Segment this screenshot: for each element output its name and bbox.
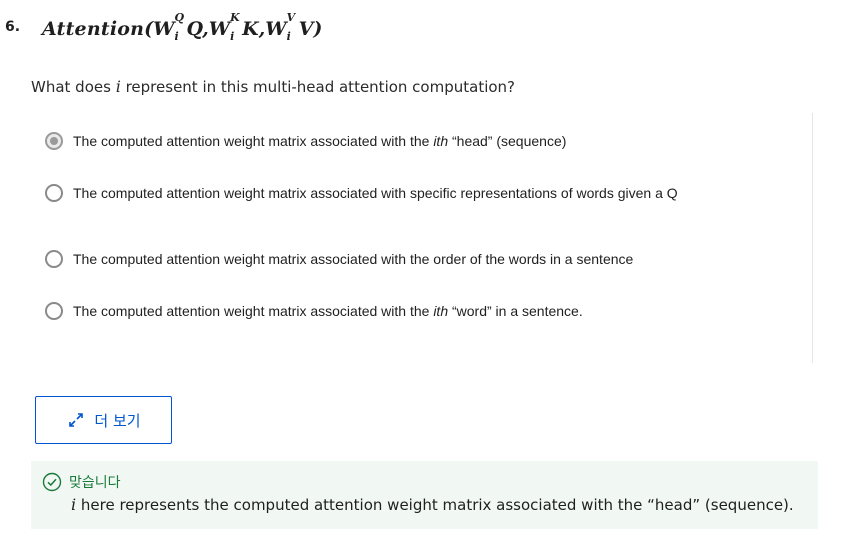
formula-arg-k: K	[242, 18, 259, 40]
feedback-panel: 맞습니다 i here represents the computed atte…	[31, 461, 818, 529]
feedback-explanation: i here represents the computed attention…	[71, 495, 794, 514]
check-circle-icon	[42, 472, 62, 492]
radio-button[interactable]	[45, 250, 63, 268]
formula-function: Attention	[42, 18, 145, 40]
feedback-title: 맞습니다	[69, 475, 121, 491]
expand-icon	[69, 413, 84, 427]
option-4-label: The computed attention weight matrix ass…	[73, 303, 583, 319]
formula-weight-q: WQi	[153, 11, 185, 43]
radio-button[interactable]	[45, 184, 63, 202]
feedback-header: 맞습니다	[42, 472, 121, 492]
options-divider	[812, 113, 813, 363]
formula-arg-v: V	[298, 18, 314, 40]
attention-formula: Attention(W Qi Q,W Ki K,W Vi V)	[42, 11, 323, 43]
formula-close-paren: )	[313, 18, 323, 40]
option-4[interactable]: The computed attention weight matrix ass…	[45, 302, 683, 322]
option-1[interactable]: The computed attention weight matrix ass…	[45, 132, 683, 152]
option-1-label: The computed attention weight matrix ass…	[73, 133, 567, 149]
show-more-label: 더 보기	[94, 411, 141, 430]
formula-weight-k: WKi	[208, 11, 240, 43]
option-3-label: The computed attention weight matrix ass…	[73, 251, 634, 267]
option-2-label: The computed attention weight matrix ass…	[73, 185, 678, 201]
radio-button-selected[interactable]	[45, 132, 63, 150]
question-prompt: What does i represent in this multi-head…	[31, 77, 516, 96]
option-3[interactable]: The computed attention weight matrix ass…	[45, 250, 683, 270]
radio-button[interactable]	[45, 302, 63, 320]
formula-weight-v: WVi	[265, 11, 296, 43]
question-number: 6.	[5, 19, 21, 35]
show-more-button[interactable]: 더 보기	[35, 396, 172, 444]
option-2[interactable]: The computed attention weight matrix ass…	[45, 184, 683, 204]
formula-arg-q: Q	[186, 18, 203, 40]
formula-open-paren: (	[144, 18, 154, 40]
